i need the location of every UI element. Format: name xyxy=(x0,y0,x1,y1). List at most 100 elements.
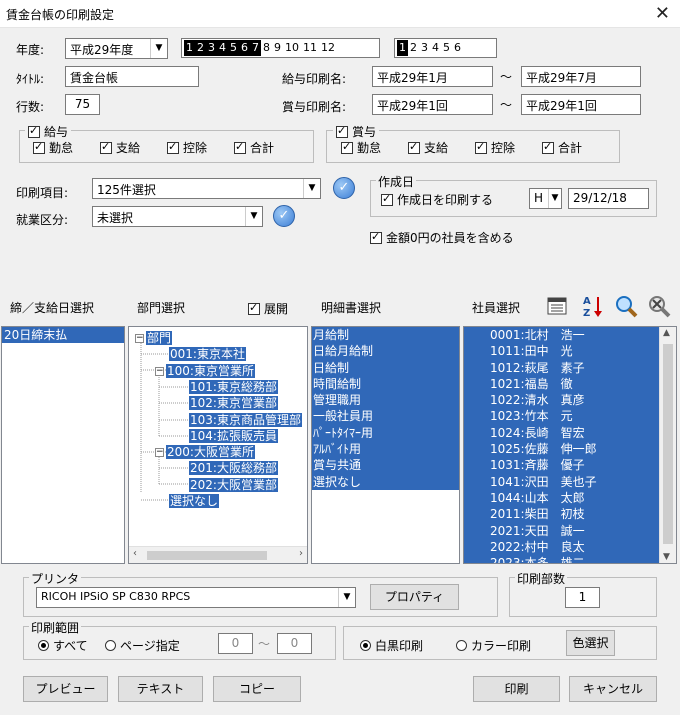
month-8[interactable]: 8 xyxy=(261,40,272,56)
print-button[interactable]: 印刷 xyxy=(473,676,560,702)
chevron-down-icon[interactable]: ▼ xyxy=(663,552,670,562)
printer-properties-button[interactable]: プロパティ xyxy=(370,584,459,610)
kyuyo-check-2[interactable]: 控除 xyxy=(167,139,207,156)
bonus-5[interactable]: 5 xyxy=(441,40,452,56)
closing-item[interactable]: 20日締末払 xyxy=(2,327,124,344)
dept-tree[interactable]: − 部門 001:東京本社 −100:東京営業所 101:東京総務部 102:東京営業部 1… xyxy=(128,326,308,564)
month-5[interactable]: 5 xyxy=(228,40,239,56)
checkbox[interactable] xyxy=(28,124,40,138)
month-1[interactable]: 1 xyxy=(184,40,195,56)
print-items-check-button[interactable]: ✓ xyxy=(333,177,355,199)
text-button[interactable]: テキスト xyxy=(118,676,203,702)
employee-item[interactable]: 0001:北村 浩一 xyxy=(464,327,659,343)
employee-item[interactable]: 1031:斉藤 優子 xyxy=(464,457,659,473)
month-7[interactable]: 7 xyxy=(250,40,261,56)
tree-node[interactable]: 101:東京総務部 xyxy=(189,379,278,395)
checkbox[interactable] xyxy=(542,140,554,154)
shoyo-check-0[interactable]: 勤怠 xyxy=(341,139,381,156)
checkbox[interactable] xyxy=(341,140,353,154)
checkbox[interactable] xyxy=(33,140,45,154)
chevron-down-icon[interactable]: ▼ xyxy=(548,189,561,208)
month-3[interactable]: 3 xyxy=(206,40,217,56)
chevron-down-icon[interactable]: ▼ xyxy=(303,179,320,198)
list-icon[interactable] xyxy=(546,296,568,316)
employee-item[interactable]: 1021:福島 徹 xyxy=(464,376,659,392)
color-select-button[interactable]: 色選択 xyxy=(566,630,615,656)
tree-node[interactable]: −200:大阪営業所 xyxy=(155,444,255,460)
payslip-item[interactable]: ｱﾙﾊﾞｲﾄ用 xyxy=(312,441,459,458)
closing-list[interactable]: 20日締末払 xyxy=(1,326,125,564)
employee-vscrollbar[interactable]: ▲ ▼ xyxy=(659,327,676,563)
range-page-radio[interactable]: ページ指定 xyxy=(105,637,180,654)
employee-item[interactable]: 1025:佐藤 伸一郎 xyxy=(464,441,659,457)
month-12[interactable]: 12 xyxy=(319,40,337,56)
title-input[interactable]: 賃金台帳 xyxy=(65,66,199,87)
tree-node[interactable]: −100:東京営業所 xyxy=(155,363,255,379)
employee-item[interactable]: 1011:田中 光 xyxy=(464,343,659,359)
creation-print-check[interactable]: 作成日を印刷する xyxy=(381,191,493,208)
sort-az-icon[interactable]: AZ xyxy=(581,294,605,319)
radio[interactable] xyxy=(456,640,467,651)
close-icon[interactable]: ✕ xyxy=(655,3,670,24)
tree-node[interactable]: 202:大阪営業部 xyxy=(189,477,278,493)
tree-node[interactable]: 103:東京商品管理部 xyxy=(189,412,302,428)
bonus-print-to[interactable]: 平成29年1回 xyxy=(521,94,641,115)
collapse-icon[interactable]: − xyxy=(155,366,164,376)
salary-print-from[interactable]: 平成29年1月 xyxy=(372,66,493,87)
kyuyo-check-1[interactable]: 支給 xyxy=(100,139,140,156)
chevron-right-icon[interactable]: › xyxy=(299,548,303,559)
shoyo-check-2[interactable]: 控除 xyxy=(475,139,515,156)
payslip-item[interactable]: 日給制 xyxy=(312,359,459,376)
checkbox[interactable] xyxy=(100,140,112,154)
work-class-check-button[interactable]: ✓ xyxy=(273,205,295,227)
employee-item[interactable]: 2023:本多 雄二 xyxy=(464,555,659,563)
collapse-icon[interactable]: − xyxy=(135,334,144,343)
scroll-thumb[interactable] xyxy=(663,344,673,544)
scroll-thumb[interactable] xyxy=(147,551,267,560)
kyuyo-check-0[interactable]: 勤怠 xyxy=(33,139,73,156)
payslip-item[interactable]: 日給月給制 xyxy=(312,343,459,360)
payslip-item[interactable]: ﾊﾟｰﾄﾀｲﾏｰ用 xyxy=(312,424,459,442)
range-from-input[interactable]: 0 xyxy=(218,633,253,654)
checkbox[interactable] xyxy=(475,140,487,154)
month-11[interactable]: 11 xyxy=(301,40,319,56)
chevron-down-icon[interactable]: ▼ xyxy=(245,207,262,226)
bonus-4[interactable]: 4 xyxy=(430,40,441,56)
employee-list[interactable]: 0001:北村 浩一 1011:田中 光 1012:萩尾 素子 1021:福島 徹 10… xyxy=(463,326,677,564)
employee-item[interactable]: 2011:柴田 初枝 xyxy=(464,506,659,522)
month-4[interactable]: 4 xyxy=(217,40,228,56)
nendo-select[interactable]: 平成29年度 ▼ xyxy=(65,38,168,59)
tree-node[interactable]: 102:東京営業部 xyxy=(189,395,278,411)
search-icon[interactable] xyxy=(614,294,638,318)
employee-item[interactable]: 1041:沢田 美也子 xyxy=(464,474,659,490)
month-9[interactable]: 9 xyxy=(272,40,283,56)
search-clear-icon[interactable] xyxy=(647,294,671,318)
printer-select[interactable]: RICOH IPSiO SP C830 RPCS ▼ xyxy=(36,587,356,608)
employee-item[interactable]: 1022:清水 真彦 xyxy=(464,392,659,408)
print-items-select[interactable]: 125件選択 ▼ xyxy=(92,178,321,199)
tree-node[interactable]: − 部門 xyxy=(135,330,173,346)
employee-item[interactable]: 1023:竹本 元 xyxy=(464,408,659,424)
range-to-input[interactable]: 0 xyxy=(277,633,312,654)
kyuyo-group-check[interactable]: 給与 xyxy=(25,123,72,140)
payslip-item[interactable]: 管理職用 xyxy=(312,392,459,409)
month-2[interactable]: 2 xyxy=(195,40,206,56)
radio[interactable] xyxy=(38,640,49,651)
checkbox[interactable] xyxy=(167,140,179,154)
bonus-print-from[interactable]: 平成29年1回 xyxy=(372,94,493,115)
bonus-selector[interactable]: 123456 xyxy=(394,38,497,58)
payslip-item[interactable]: 月給制 xyxy=(312,327,459,344)
collapse-icon[interactable]: − xyxy=(155,448,164,458)
copies-input[interactable]: 1 xyxy=(565,587,600,608)
dept-hscrollbar[interactable]: ‹ › xyxy=(129,546,307,563)
bonus-2[interactable]: 2 xyxy=(408,40,419,56)
bonus-1[interactable]: 1 xyxy=(397,40,408,56)
era-select[interactable]: H ▼ xyxy=(529,188,562,209)
employee-item[interactable]: 1012:萩尾 素子 xyxy=(464,360,659,376)
chevron-down-icon[interactable]: ▼ xyxy=(150,39,167,58)
tree-node[interactable]: 選択なし xyxy=(169,493,220,509)
color-radio[interactable]: カラー印刷 xyxy=(456,637,531,654)
payslip-list[interactable]: 月給制 日給月給制 日給制 時間給制 管理職用 一般社員用 ﾊﾟｰﾄﾀｲﾏｰ用 ｱﾙﾊﾞｲﾄ用… xyxy=(311,326,460,564)
chevron-up-icon[interactable]: ▲ xyxy=(663,328,670,338)
month-6[interactable]: 6 xyxy=(239,40,250,56)
